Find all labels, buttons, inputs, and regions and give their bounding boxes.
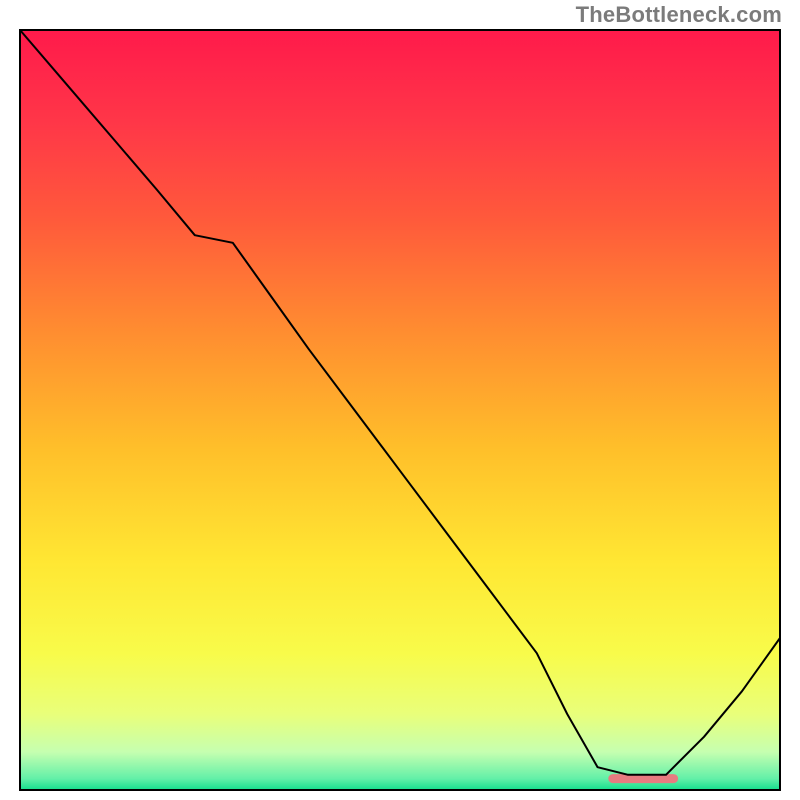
chart-container: TheBottleneck.com [0,0,800,800]
bottleneck-chart [0,0,800,800]
plot-background [20,30,780,790]
